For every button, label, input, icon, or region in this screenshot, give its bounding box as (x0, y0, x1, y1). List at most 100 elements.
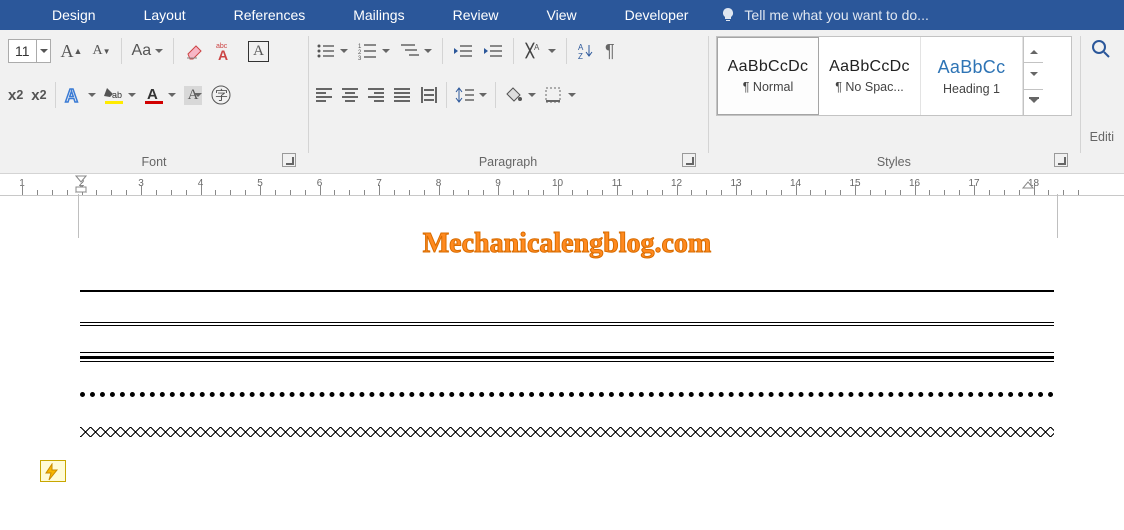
tab-review[interactable]: Review (429, 0, 523, 30)
superscript-button[interactable]: x2 (31, 87, 46, 104)
decrease-indent-button[interactable] (453, 42, 473, 60)
paint-bucket-icon (504, 86, 524, 104)
increase-indent-button[interactable] (483, 42, 503, 60)
document-area[interactable]: Mechanicalengblog.com (0, 196, 1124, 437)
style-heading-1[interactable]: AaBbCc Heading 1 (921, 37, 1023, 115)
right-indent[interactable] (1022, 175, 1034, 189)
align-center-icon (342, 87, 360, 103)
justify-icon (394, 87, 412, 103)
distributed-icon (420, 87, 438, 103)
style-sample: AaBbCc (938, 57, 1006, 78)
char-shading-button[interactable]: A (184, 86, 203, 105)
svg-text:A: A (65, 86, 78, 105)
group-label-editing: Editi (1090, 124, 1114, 148)
align-right-button[interactable] (368, 87, 386, 103)
horizontal-line-zigzag (80, 427, 1054, 437)
tab-layout[interactable]: Layout (120, 0, 210, 30)
gallery-down[interactable] (1024, 63, 1043, 89)
font-color-button[interactable]: A (144, 85, 176, 105)
styles-dialog-launcher[interactable] (1054, 153, 1068, 167)
tell-me-placeholder: Tell me what you want to do... (744, 7, 928, 23)
separator (55, 82, 56, 108)
separator (442, 38, 443, 64)
eraser-icon (184, 40, 206, 62)
sort-icon: AZ (577, 42, 595, 60)
first-line-indent[interactable] (75, 175, 87, 193)
font-size-value: 11 (9, 43, 36, 59)
clear-formatting-button[interactable] (184, 40, 206, 62)
group-label-styles: Styles (716, 149, 1072, 173)
font-size-combo[interactable]: 11 (8, 39, 51, 63)
justify-button[interactable] (394, 87, 412, 103)
tab-references[interactable]: References (210, 0, 330, 30)
highlight-button[interactable]: ab (104, 85, 136, 105)
align-center-button[interactable] (342, 87, 360, 103)
gallery-more[interactable] (1024, 90, 1043, 115)
tell-me-search[interactable]: Tell me what you want to do... (720, 7, 928, 23)
line-spacing-button[interactable] (455, 86, 487, 104)
style-name: ¶ Normal (743, 80, 793, 94)
outdent-icon (453, 42, 473, 60)
distributed-button[interactable] (420, 87, 438, 103)
style-sample: AaBbCcDc (728, 58, 809, 76)
shading-button[interactable] (504, 86, 536, 104)
svg-text:A: A (534, 43, 540, 52)
horizontal-line-thick (80, 356, 1054, 362)
styles-gallery[interactable]: AaBbCcDc ¶ Normal AaBbCcDc ¶ No Spac... … (716, 36, 1072, 116)
borders-button[interactable] (544, 86, 576, 104)
group-font: 11 A▲ A▼ Aa abcA A x2 x2 (0, 30, 308, 173)
font-dialog-launcher[interactable] (282, 153, 296, 167)
character-border-button[interactable]: A (248, 41, 269, 62)
separator (566, 38, 567, 64)
tab-design[interactable]: Design (28, 0, 120, 30)
horizontal-ruler[interactable]: 123456789101112131415161718 (0, 174, 1124, 196)
autocorrect-callout[interactable] (40, 460, 66, 482)
svg-text:A: A (218, 47, 228, 62)
tab-mailings[interactable]: Mailings (329, 0, 428, 30)
ribbon: 11 A▲ A▼ Aa abcA A x2 x2 (0, 30, 1124, 174)
svg-text:字: 字 (215, 88, 228, 103)
gallery-scroll[interactable] (1023, 37, 1043, 115)
bullets-button[interactable] (316, 42, 348, 60)
text-effects-button[interactable]: A (64, 85, 96, 105)
gallery-up[interactable] (1024, 37, 1043, 63)
grow-font-button[interactable]: A▲ (61, 41, 83, 62)
chevron-down-icon (1030, 99, 1038, 107)
change-case-button[interactable]: Aa (132, 42, 164, 60)
svg-text:Z: Z (578, 52, 583, 60)
shrink-font-button[interactable]: A▼ (92, 43, 110, 59)
group-label-font: Font (8, 149, 300, 173)
multilevel-list-button[interactable] (400, 42, 432, 60)
group-paragraph: 123 ╳A AZ ¶ (308, 30, 708, 173)
enclose-characters-button[interactable]: 字 (210, 84, 232, 106)
style-name: Heading 1 (943, 82, 1000, 96)
tab-developer[interactable]: Developer (601, 0, 713, 30)
indent-icon (483, 42, 503, 60)
font-color-icon: A (144, 85, 164, 105)
find-icon[interactable] (1090, 38, 1114, 62)
margin-guide-right (1057, 194, 1058, 238)
sort-button[interactable]: AZ (577, 42, 595, 60)
group-editing: Editi (1080, 30, 1124, 173)
tab-view[interactable]: View (523, 0, 601, 30)
style-normal[interactable]: AaBbCcDc ¶ Normal (717, 37, 819, 115)
group-label-paragraph: Paragraph (316, 149, 700, 173)
separator (446, 82, 447, 108)
style-name: ¶ No Spac... (835, 80, 904, 94)
chevron-down-icon (1030, 72, 1038, 80)
subscript-button[interactable]: x2 (8, 87, 23, 104)
numbering-button[interactable]: 123 (358, 42, 390, 60)
watermark-text: Mechanicalengblog.com (80, 228, 1054, 260)
align-left-button[interactable] (316, 87, 334, 103)
phonetic-guide-button[interactable]: abcA (216, 40, 238, 62)
show-marks-button[interactable]: ¶ (605, 41, 615, 62)
style-no-spacing[interactable]: AaBbCcDc ¶ No Spac... (819, 37, 921, 115)
paragraph-dialog-launcher[interactable] (682, 153, 696, 167)
margin-guide-left (78, 194, 79, 238)
svg-text:A: A (578, 43, 584, 52)
separator (495, 82, 496, 108)
align-right-icon (368, 87, 386, 103)
text-effects-icon: A (64, 85, 84, 105)
horizontal-line-dotted (80, 392, 1054, 397)
asian-layout-button[interactable]: ╳A (524, 42, 556, 60)
